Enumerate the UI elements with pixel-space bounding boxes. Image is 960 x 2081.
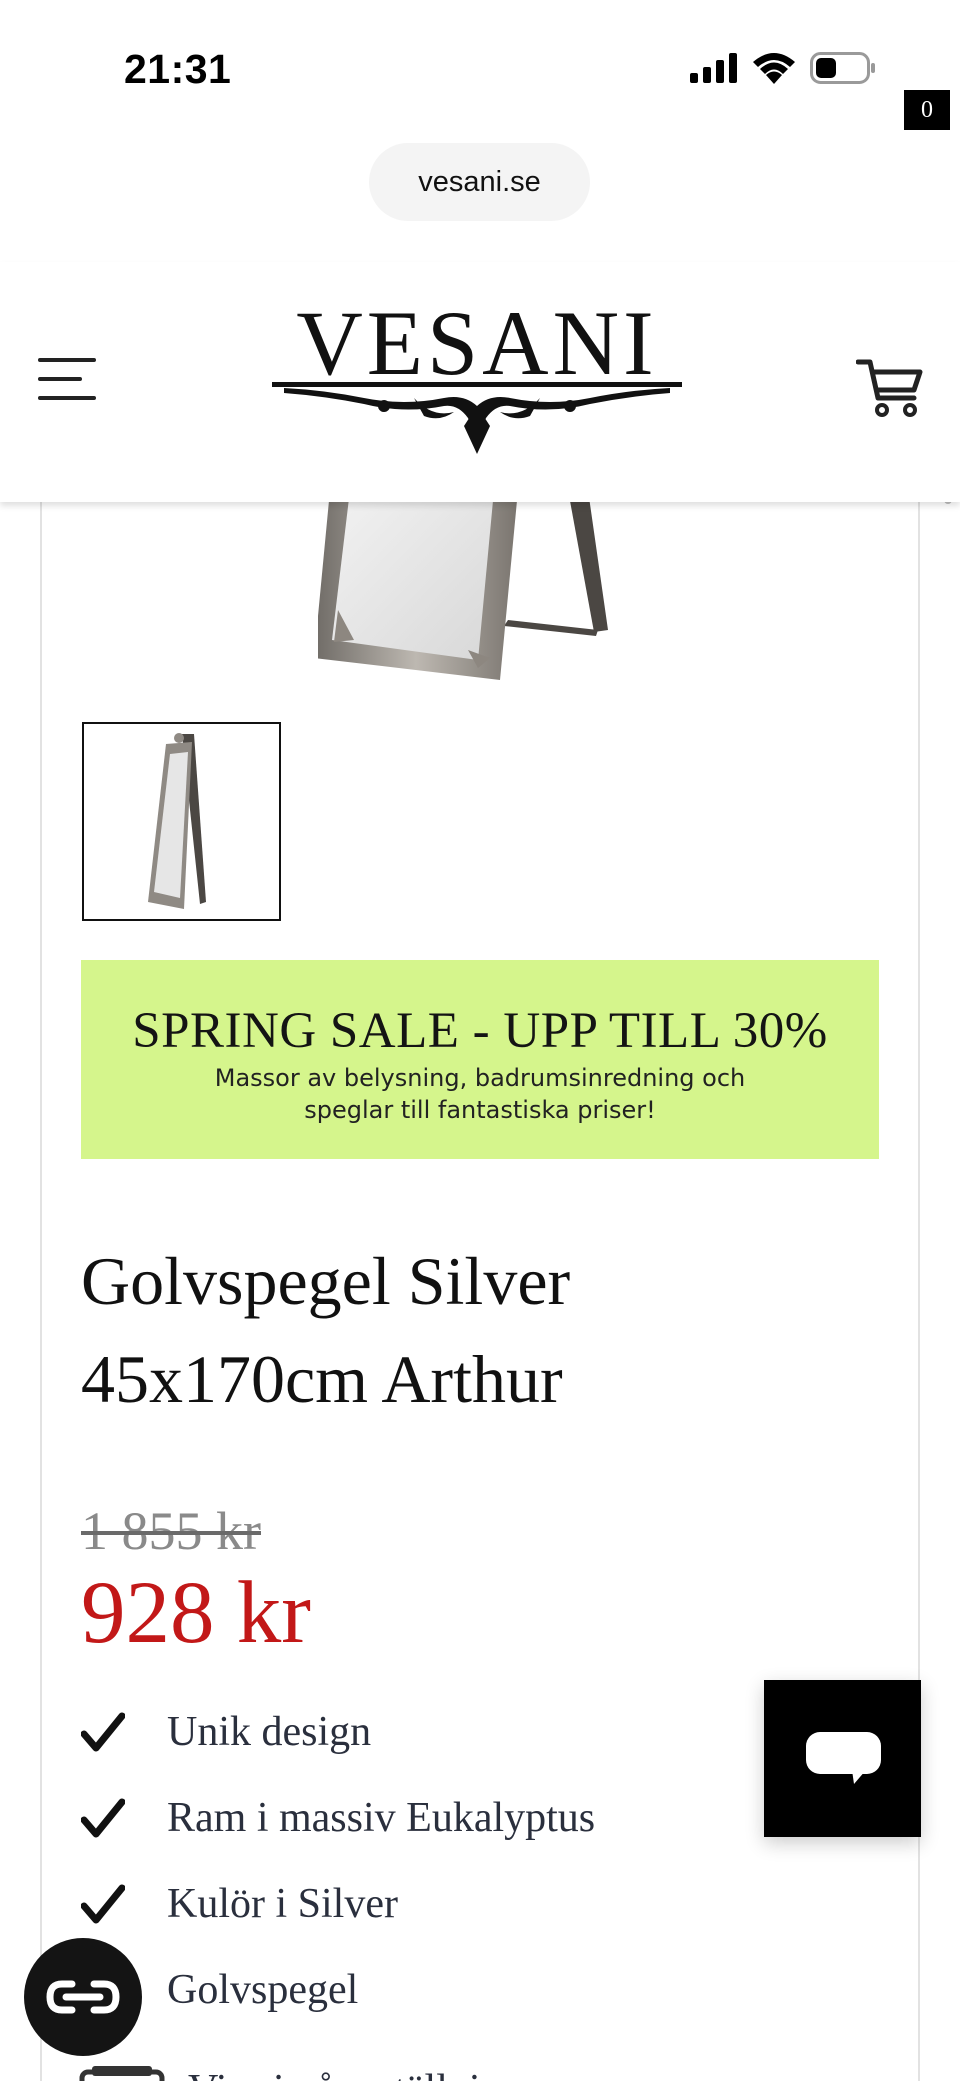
feature-label: Kulör i Silver (167, 1881, 398, 1927)
status-icons (690, 52, 876, 84)
reader-mode-icon (46, 1980, 120, 2014)
hamburger-menu-icon[interactable] (38, 358, 98, 402)
cart-icon (855, 359, 923, 417)
feature-list: Unik design Ram i massiv Eukalyptus Kulö… (81, 1694, 701, 2038)
cart-count-badge[interactable]: 0 (904, 90, 950, 130)
feature-label: Ram i massiv Eukalyptus (167, 1795, 596, 1841)
main-product-image[interactable] (318, 490, 608, 690)
sale-price: 928 kr (81, 1564, 311, 1662)
site-header: VESANI 0 (0, 90, 960, 502)
wifi-icon (753, 53, 795, 84)
promo-text: Massor av belysning, badrumsinredning oc… (214, 1064, 746, 1124)
svg-text:VESANI: VESANI (296, 294, 657, 394)
promo-title: SPRING SALE - UPP TILL 30% (132, 1003, 828, 1059)
original-price: 1 855 kr (81, 1501, 261, 1561)
signal-icon (690, 53, 737, 83)
store-icon (79, 2066, 165, 2081)
product-title: Golvspegel Silver 45x170cm Arthur (81, 1232, 861, 1428)
cart-button[interactable] (855, 352, 952, 432)
checkmark-icon (81, 1884, 125, 1924)
battery-icon (810, 52, 875, 84)
feature-item: Ram i massiv Eukalyptus (81, 1780, 701, 1866)
promo-banner[interactable]: SPRING SALE - UPP TILL 30% Massor av bel… (81, 960, 879, 1159)
checkmark-icon (81, 1712, 125, 1752)
vesani-logo[interactable]: VESANI (264, 292, 690, 454)
url-bar[interactable]: vesani.se (369, 143, 590, 221)
feature-item: Kulör i Silver (81, 1866, 701, 1952)
reader-mode-button[interactable] (24, 1938, 142, 2056)
product-title-line-1: Golvspegel Silver (81, 1243, 571, 1319)
store-availability-row[interactable]: Visa i våra ställning (78, 2056, 578, 2081)
chat-bubble-icon (806, 1732, 881, 1784)
status-bar: 21:31 (0, 0, 960, 140)
product-thumbnail[interactable] (82, 722, 281, 921)
feature-item: Golvspegel (81, 1952, 701, 2038)
feature-label: Golvspegel (167, 1967, 359, 2013)
feature-item: Unik design (81, 1694, 701, 1780)
chat-button[interactable] (764, 1680, 921, 1837)
url-text: vesani.se (418, 165, 541, 198)
store-availability-text: Visa i våra ställning (188, 2066, 523, 2081)
product-title-line-2: 45x170cm Arthur (81, 1341, 563, 1417)
checkmark-icon (81, 1798, 125, 1838)
status-time: 21:31 (124, 46, 232, 92)
feature-label: Unik design (167, 1709, 372, 1755)
